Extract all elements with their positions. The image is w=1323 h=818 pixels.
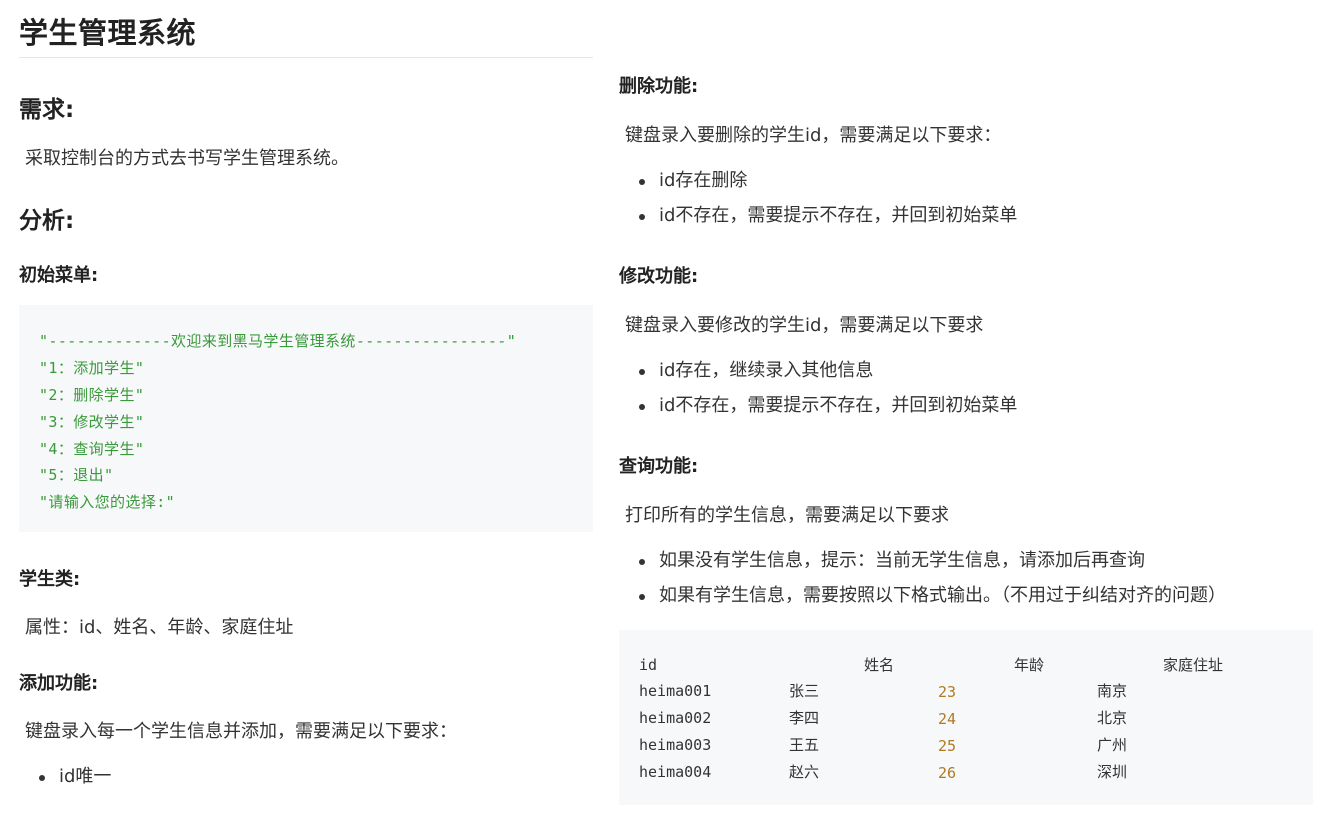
list-item: id存在，继续录入其他信息 [619, 356, 1017, 391]
analysis-heading: 分析: [19, 208, 75, 234]
modify-requirements-list: id存在，继续录入其他信息 id不存在，需要提示不存在，并回到初始菜单 [619, 356, 1017, 426]
code-line: "4：查询学生" [39, 440, 145, 458]
table-cell-age: 26 [938, 764, 957, 782]
table-cell-address: 深圳 [1097, 763, 1128, 781]
delete-heading: 删除功能: [619, 76, 699, 97]
requirement-heading: 需求: [19, 97, 75, 123]
table-cell-id: heima001 [639, 682, 712, 700]
add-text: 键盘录入每一个学生信息并添加，需要满足以下要求： [25, 721, 457, 742]
table-header-address: 家庭住址 [1163, 656, 1224, 674]
list-item: id唯一 [19, 762, 111, 797]
table-cell-address: 广州 [1097, 736, 1128, 754]
table-cell-age: 25 [938, 737, 957, 755]
table-cell-age: 24 [938, 710, 957, 728]
modify-text: 键盘录入要修改的学生id，需要满足以下要求 [625, 315, 984, 336]
page-title: 学生管理系统 [19, 16, 197, 50]
table-cell-name: 张三 [789, 682, 820, 700]
initial-menu-heading: 初始菜单: [19, 265, 99, 286]
table-cell-name: 王五 [789, 736, 820, 754]
table-cell-id: heima004 [639, 763, 712, 781]
table-cell-id: heima003 [639, 736, 712, 754]
code-line: "3：修改学生" [39, 413, 145, 431]
student-class-heading: 学生类: [19, 569, 81, 590]
initial-menu-code-block: "-------------欢迎来到黑马学生管理系统--------------… [19, 305, 593, 532]
delete-text: 键盘录入要删除的学生id，需要满足以下要求： [625, 125, 1002, 146]
query-requirements-list: 如果没有学生信息，提示：当前无学生信息，请添加后再查询 如果有学生信息，需要按照… [619, 546, 1226, 616]
add-requirements-list: id唯一 [19, 762, 111, 797]
table-header-id: id [639, 656, 658, 674]
table-header-name: 姓名 [864, 656, 895, 674]
table-cell-id: heima002 [639, 709, 712, 727]
list-item: 如果没有学生信息，提示：当前无学生信息，请添加后再查询 [619, 546, 1226, 581]
student-class-text: 属性：id、姓名、年龄、家庭住址 [25, 617, 294, 638]
delete-requirements-list: id存在删除 id不存在，需要提示不存在，并回到初始菜单 [619, 166, 1017, 236]
query-text: 打印所有的学生信息，需要满足以下要求 [625, 505, 949, 526]
table-cell-address: 北京 [1097, 709, 1128, 727]
table-cell-age: 23 [938, 683, 957, 701]
requirement-text: 采取控制台的方式去书写学生管理系统。 [25, 148, 349, 169]
add-heading: 添加功能: [19, 673, 99, 694]
table-cell-name: 李四 [789, 709, 820, 727]
code-line: "5：退出" [39, 466, 114, 484]
code-line: "-------------欢迎来到黑马学生管理系统--------------… [39, 332, 517, 350]
list-item: id不存在，需要提示不存在，并回到初始菜单 [619, 201, 1017, 236]
table-cell-address: 南京 [1097, 682, 1128, 700]
title-divider [19, 57, 593, 58]
query-heading: 查询功能: [619, 456, 699, 477]
modify-heading: 修改功能: [619, 266, 699, 287]
list-item: id存在删除 [619, 166, 1017, 201]
code-line: "2：删除学生" [39, 386, 145, 404]
query-output-code-block: id 姓名 年龄 家庭住址 heima001 张三 23 南京 heima002… [619, 630, 1313, 805]
table-cell-name: 赵六 [789, 763, 820, 781]
list-item: id不存在，需要提示不存在，并回到初始菜单 [619, 391, 1017, 426]
code-line: "请输入您的选择:" [39, 493, 176, 511]
table-header-age: 年龄 [1014, 656, 1045, 674]
list-item: 如果有学生信息，需要按照以下格式输出。（不用过于纠结对齐的问题） [619, 581, 1226, 616]
code-line: "1：添加学生" [39, 359, 145, 377]
